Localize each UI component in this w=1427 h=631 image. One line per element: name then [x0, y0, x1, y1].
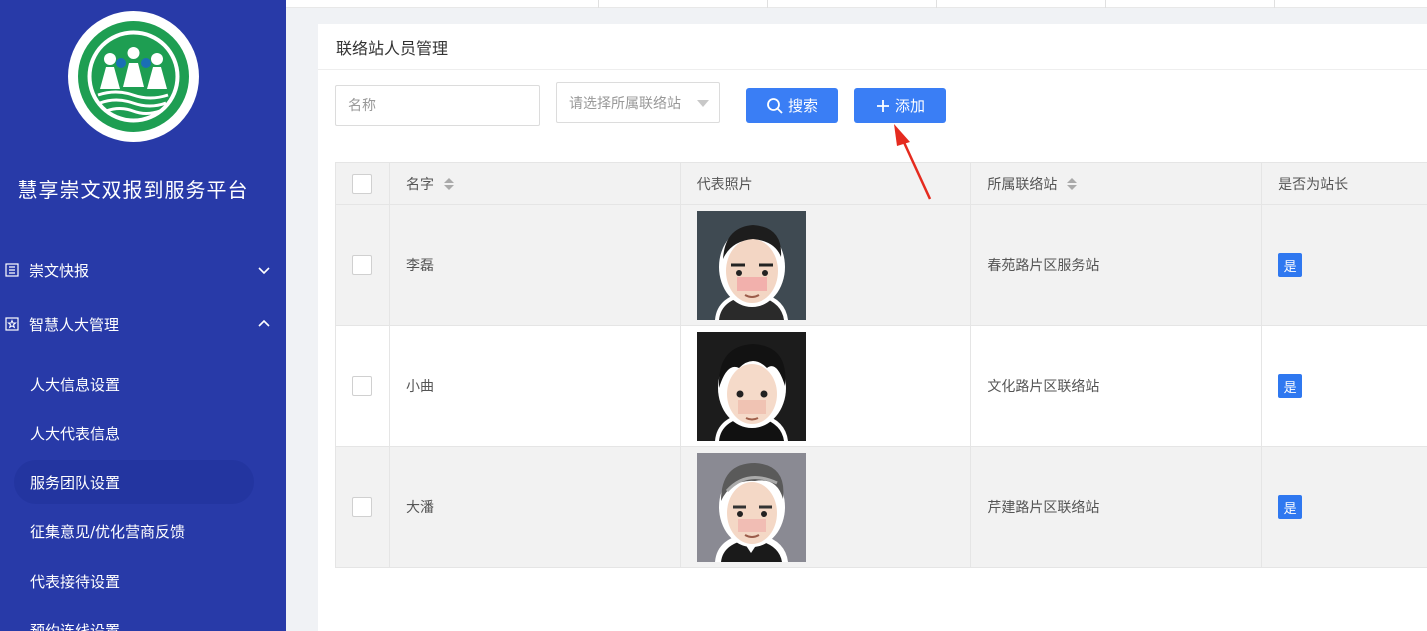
sidebar-item-label: 服务团队设置 [30, 473, 121, 492]
avatar [696, 452, 806, 562]
row-checkbox[interactable] [352, 376, 373, 396]
menu-group-label: 崇文快报 [29, 261, 90, 280]
app-title: 慧享崇文双报到服务平台 [17, 178, 249, 202]
station-cell: 春苑路片区服务站 [971, 205, 1263, 325]
avatar [696, 210, 806, 320]
search-icon [767, 97, 783, 114]
column-label: 所属联络站 [987, 176, 1058, 193]
chevron-up-icon [258, 319, 270, 327]
column-header-is-head: 是否为站长 [1262, 163, 1427, 204]
sort-icon[interactable] [1067, 177, 1078, 190]
row-checkbox[interactable] [352, 497, 373, 517]
sidebar-item-npc-info[interactable]: 人大信息设置 [14, 362, 254, 406]
search-button-label: 搜索 [787, 98, 818, 115]
sidebar-item-label: 人大信息设置 [30, 375, 121, 394]
status-badge: 是 [1278, 495, 1303, 519]
table-row[interactable]: 小曲 文化路片区联络站 是 [336, 326, 1427, 447]
table-header-row: 名字 代表照片 所属联络站 是否为站长 [336, 163, 1427, 205]
sort-icon[interactable] [443, 177, 454, 190]
status-badge: 是 [1278, 374, 1303, 398]
chevron-down-icon [258, 267, 270, 275]
status-badge: 是 [1278, 253, 1303, 277]
document-icon [5, 263, 19, 277]
sidebar-item-service-team[interactable]: 服务团队设置 [14, 460, 254, 504]
sidebar-item-feedback[interactable]: 征集意见/优化营商反馈 [14, 509, 254, 553]
sidebar-item-appointment[interactable]: 预约连线设置 [14, 608, 254, 631]
chevron-down-icon [697, 100, 709, 107]
avatar [696, 331, 806, 441]
sidebar-item-reception[interactable]: 代表接待设置 [14, 559, 254, 603]
row-checkbox[interactable] [352, 255, 373, 275]
add-button[interactable]: 添加 [854, 88, 946, 123]
select-all-cell [336, 163, 390, 204]
sidebar-item-label: 预约连线设置 [30, 621, 121, 631]
column-label: 是否为站长 [1278, 176, 1349, 193]
station-cell: 文化路片区联络站 [971, 326, 1263, 446]
search-button[interactable]: 搜索 [746, 88, 838, 123]
column-label: 名字 [405, 176, 434, 193]
station-cell: 芹建路片区联络站 [971, 447, 1263, 567]
member-table: 名字 代表照片 所属联络站 是否为站长 李磊 春苑路片区服务站 是 小曲 文化路… [335, 162, 1427, 568]
station-select-placeholder: 请选择所属联络站 [569, 95, 681, 112]
station-select[interactable]: 请选择所属联络站 [556, 82, 720, 123]
platform-logo [68, 11, 199, 142]
sidebar-item-label: 人大代表信息 [30, 424, 121, 443]
add-button-label: 添加 [894, 98, 925, 115]
tab-strip [286, 0, 1427, 8]
menu-group-news[interactable]: 崇文快报 [0, 250, 286, 290]
table-row[interactable]: 李磊 春苑路片区服务站 是 [336, 205, 1427, 326]
name-search-input[interactable] [335, 85, 540, 126]
menu-group-label: 智慧人大管理 [29, 315, 120, 334]
column-header-station[interactable]: 所属联络站 [971, 163, 1263, 204]
star-badge-icon [5, 317, 19, 331]
column-label: 代表照片 [696, 176, 753, 193]
sidebar-item-deputy-info[interactable]: 人大代表信息 [14, 411, 254, 455]
table-row[interactable]: 大潘 芹建路片区联络站 是 [336, 447, 1427, 568]
sidebar-item-label: 征集意见/优化营商反馈 [30, 522, 186, 541]
panel-title: 联络站人员管理 [318, 24, 1427, 70]
name-cell: 大潘 [390, 447, 681, 567]
select-all-checkbox[interactable] [352, 173, 373, 194]
sidebar-item-label: 代表接待设置 [30, 572, 121, 591]
name-cell: 小曲 [390, 326, 681, 446]
plus-icon [876, 99, 889, 112]
column-header-photo: 代表照片 [681, 163, 972, 204]
sidebar: 慧享崇文双报到服务平台 崇文快报 智慧人大管理 人大信息设置 人大代表信息 服务… [0, 0, 286, 631]
menu-group-smart-npc[interactable]: 智慧人大管理 [0, 304, 286, 344]
column-header-name[interactable]: 名字 [390, 163, 681, 204]
name-cell: 李磊 [390, 205, 681, 325]
main-panel: 联络站人员管理 请选择所属联络站 搜索 添加 名字 代表照片 所属联络站 是否为… [318, 24, 1427, 631]
